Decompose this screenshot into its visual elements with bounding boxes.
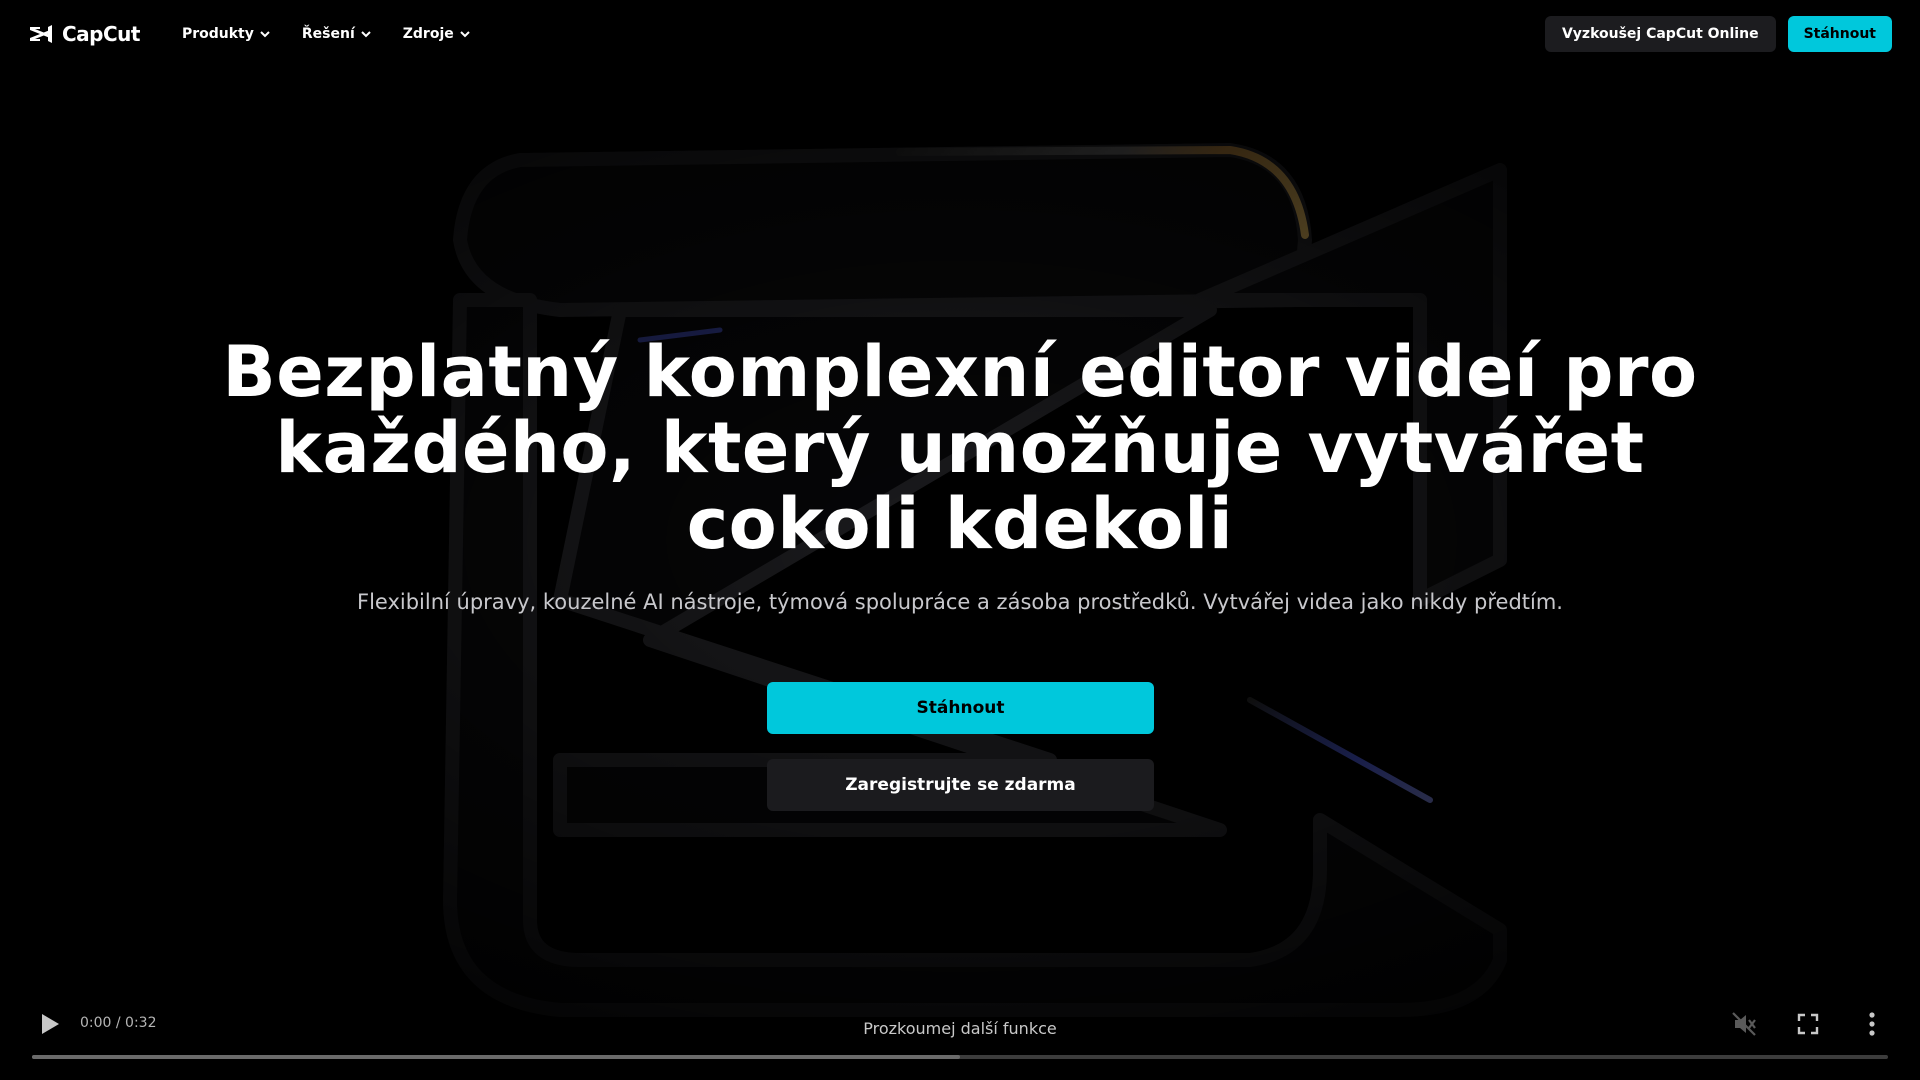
chevron-down-icon — [361, 30, 371, 37]
hero-subtitle: Flexibilní úpravy, kouzelné AI nástroje,… — [356, 590, 1563, 614]
register-free-button[interactable]: Zaregistrujte se zdarma — [767, 759, 1154, 811]
nav-item-zdroje[interactable]: Zdroje — [403, 26, 470, 42]
chevron-down-icon — [260, 30, 270, 37]
nav-item-label: Řešení — [301, 26, 355, 42]
nav-item-reseni[interactable]: Řešení — [302, 26, 371, 42]
brand-name: CapCut — [62, 22, 140, 46]
video-progress-bar[interactable] — [32, 1055, 1888, 1059]
hero-download-button[interactable]: Stáhnout — [767, 682, 1154, 734]
nav-item-produkty[interactable]: Produkty — [182, 26, 270, 42]
video-controls: 0:00 / 0:32 Prozkoumej další funkce — [0, 1000, 1920, 1080]
video-progress-fill — [32, 1055, 960, 1059]
main-nav-menu: Produkty Řešení Zdroje — [182, 26, 470, 42]
volume-muted-icon[interactable] — [1730, 1010, 1758, 1038]
brand-logo[interactable]: CapCut — [28, 22, 140, 46]
chevron-down-icon — [460, 30, 470, 37]
video-time-display: 0:00 / 0:32 — [80, 1015, 157, 1031]
play-icon[interactable] — [38, 1011, 62, 1037]
try-capcut-online-button[interactable]: Vyzkoušej CapCut Online — [1544, 16, 1776, 52]
top-download-button[interactable]: Stáhnout — [1787, 16, 1892, 52]
top-navigation-bar: CapCut Produkty Řešení Zdroje Vyzkoušej … — [0, 0, 1920, 68]
fullscreen-icon[interactable] — [1796, 1012, 1820, 1036]
explore-more-features-link[interactable]: Prozkoumej další funkce — [760, 1019, 1160, 1038]
capcut-logo-icon — [30, 25, 52, 43]
nav-item-label: Zdroje — [402, 26, 454, 42]
hero-title: Bezplatný komplexní editor videí pro kaž… — [222, 331, 1698, 565]
more-vertical-icon[interactable] — [1862, 1010, 1882, 1038]
top-actions: Vyzkoušej CapCut Online Stáhnout — [1544, 16, 1892, 52]
nav-item-label: Produkty — [181, 26, 254, 42]
